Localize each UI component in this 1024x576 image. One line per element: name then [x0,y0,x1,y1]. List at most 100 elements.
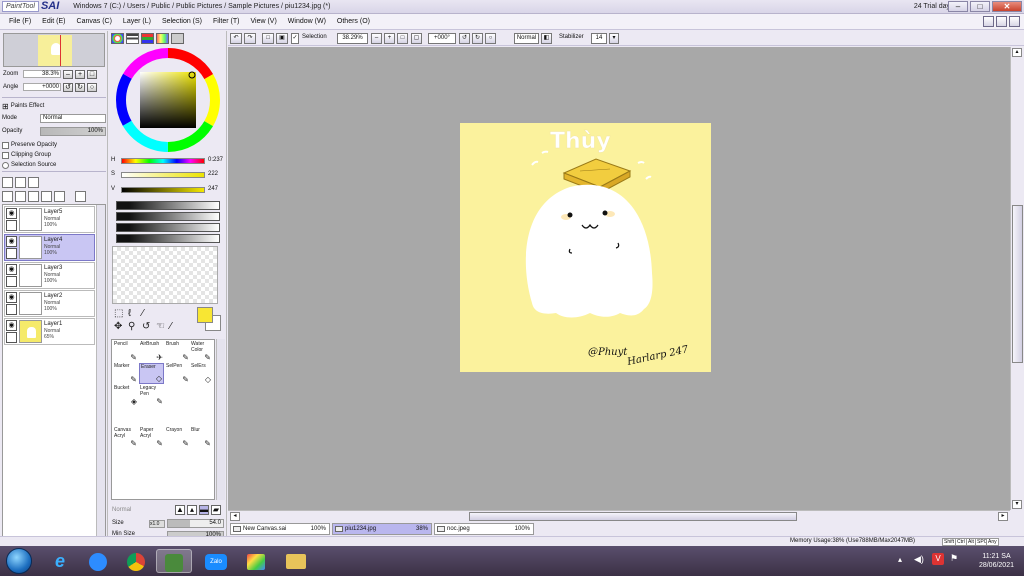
undo-button[interactable]: ↶ [230,33,242,44]
horizontal-scroll-thumb[interactable] [469,512,797,521]
tool-blur[interactable]: Blur ✎ [190,427,212,448]
toolbar-zoom-fit-button[interactable]: □ [397,33,408,44]
clear-layer-icon[interactable] [28,190,39,202]
toolbar-zoom-actual-button[interactable]: ▢ [411,33,422,44]
clipping-group-checkbox[interactable] [2,151,9,159]
tool-selpen[interactable]: SelPen ✎ [165,363,190,384]
panel-toggle-3[interactable] [1009,16,1020,27]
redo-button[interactable]: ↷ [244,33,256,44]
swatches-toggle[interactable] [156,33,169,44]
scroll-left-icon[interactable]: ◂ [230,512,240,521]
tool-eraser[interactable]: Eraser ◇ [139,363,164,384]
toolbar-zoom-field[interactable]: 38.29% [337,33,368,44]
menu-file[interactable]: File (F) [9,18,33,25]
preserve-opacity-checkbox[interactable] [2,141,9,149]
toolbar-rotate-left-button[interactable]: ↺ [459,33,470,44]
paints-effect-row[interactable]: ⊞ Paints Effect [2,101,106,111]
transfer-layer-icon[interactable] [54,190,65,202]
preserve-opacity-row[interactable]: Preserve Opacity [2,140,106,150]
scroll-down-icon[interactable]: ▾ [1012,500,1022,509]
copy-layer-icon[interactable] [2,190,13,202]
angle-value[interactable]: +0000 [23,83,61,91]
canvas-vertical-scrollbar[interactable]: ▴ ▾ [1010,47,1024,510]
tool-brush[interactable]: Brush ✎ [165,341,190,362]
artwork-canvas[interactable]: Thùy @Phuyt Harlarp 247 [460,123,711,372]
toolbar-zoom-in-button[interactable]: + [384,33,395,44]
deselect-button[interactable]: □ [262,33,274,44]
close-button[interactable]: ✕ [992,1,1022,12]
tool-watercolor[interactable]: Water Color ✎ [190,341,212,362]
tool-paper-acryl[interactable]: Paper Acryl ✎ [139,427,164,448]
lock-icon[interactable] [6,276,17,287]
zoom-reset-button[interactable]: □ [87,69,97,79]
menu-others[interactable]: Others (O) [337,18,372,25]
menu-selection[interactable]: Selection (S) [162,18,204,25]
stabilizer-dropdown-icon[interactable]: ▾ [609,33,619,44]
tray-expand-icon[interactable]: ▴ [898,555,902,564]
menu-view[interactable]: View (V) [250,18,278,25]
gray-ramp-2[interactable] [116,212,220,221]
rgb-sliders-toggle[interactable] [126,33,139,44]
paint-icon[interactable] [238,549,274,573]
eyedropper-icon[interactable]: ⁄ [170,321,172,332]
lock-icon[interactable] [6,304,17,315]
folder-icon[interactable] [278,549,314,573]
clock[interactable]: 11:21 SA 28/06/2021 [979,552,1014,570]
menu-filter[interactable]: Filter (T) [213,18,241,25]
rotate-right-button[interactable]: ↻ [75,82,85,92]
layer-row-layer3[interactable]: ◉ Layer3 Normal 100% [4,262,95,289]
apply-mask-icon[interactable] [75,190,86,202]
invert-selection-button[interactable]: ▣ [276,33,288,44]
volume-icon[interactable]: ◀) [914,554,924,565]
layer-list-scrollbar[interactable] [96,205,105,545]
stabilizer-select[interactable]: 14 [591,33,607,44]
scratchpad-toggle[interactable] [171,33,184,44]
minimize-button[interactable]: – [948,1,968,12]
zoom-value[interactable]: 38.3% [23,70,61,78]
rotate-tool-icon[interactable]: ↺ [142,321,150,332]
size-slider[interactable]: 54.0 [167,519,224,528]
tool-selers[interactable]: SelErs ◇ [190,363,212,384]
chrome-icon[interactable] [118,549,154,573]
canvas-horizontal-scrollbar[interactable]: ◂ ▸ [228,510,1010,522]
windows-start-icon[interactable] [6,548,32,574]
layer-row-layer2[interactable]: ◉ Layer2 Normal 100% [4,290,95,317]
gray-ramp-4[interactable] [116,234,220,243]
ie-icon[interactable]: e [42,549,78,573]
scroll-right-icon[interactable]: ▸ [998,512,1008,521]
flag-icon[interactable]: ⚑ [950,553,958,564]
rect-select-icon[interactable]: ⬚ [114,308,123,319]
layer-row-layer4[interactable]: ◉ Layer4 Normal 100% [4,234,95,261]
zoom-icon[interactable] [80,549,116,573]
paintsai-icon[interactable] [156,549,192,573]
eye-icon[interactable]: ◉ [6,264,17,275]
eye-icon[interactable]: ◉ [6,320,17,331]
tool-marker[interactable]: Marker ✎ [113,363,138,384]
hsv-sliders-toggle[interactable] [141,33,154,44]
rotate-left-button[interactable]: ↺ [63,82,73,92]
brush-shape-flat-icon[interactable]: ▬ [199,505,209,515]
lock-icon[interactable] [6,220,17,231]
tool-airbrush[interactable]: AirBrush ✈ [139,341,164,362]
saturation-slider[interactable] [121,172,205,178]
size-multiplier[interactable]: x1.0 [149,520,165,528]
toolbar-zoom-out-button[interactable]: – [371,33,382,44]
tool-mode-select[interactable]: Normal [112,505,152,515]
tab-piu1234[interactable]: piu1234.jpg 38% [332,523,432,535]
menu-window[interactable]: Window (W) [288,18,328,25]
brush-shape-round-icon[interactable]: ▴ [187,505,197,515]
toolbar-mode-select[interactable]: Normal [514,33,539,44]
new-linework-layer-icon[interactable] [15,176,26,188]
tool-crayon[interactable]: Crayon ✎ [165,427,190,448]
swatch-grid[interactable] [112,246,218,304]
trash-icon[interactable] [41,190,52,202]
toolbar-flip-button[interactable]: ◧ [541,33,552,44]
vertical-scroll-thumb[interactable] [1012,205,1023,363]
color-wheel[interactable] [115,47,221,153]
eye-icon[interactable]: ◉ [6,292,17,303]
tool-panel-scrollbar[interactable] [216,339,225,500]
vivaldi-icon[interactable]: V [932,553,944,565]
merge-down-icon[interactable] [15,190,26,202]
brush-shape-sharp-icon[interactable]: ▲ [175,505,185,515]
eye-icon[interactable]: ◉ [6,208,17,219]
